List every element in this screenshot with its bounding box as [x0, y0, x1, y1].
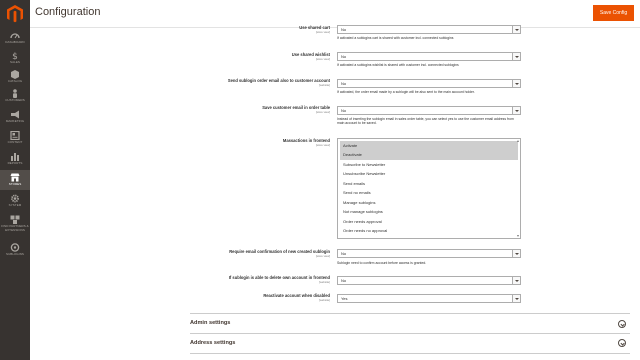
multiselect-option[interactable]: Send emails [340, 179, 518, 189]
section-divider [190, 333, 630, 334]
scroll-down-icon[interactable] [517, 235, 519, 237]
chevron-down-icon [512, 26, 520, 33]
section-divider [190, 313, 630, 314]
field-note: If activated, the order email made by a … [337, 90, 475, 94]
chevron-down-icon [512, 53, 520, 60]
field-scope: [store view] [315, 143, 330, 147]
scroll-up-icon[interactable] [517, 140, 519, 142]
select-value: No [341, 251, 347, 256]
magento-logo-icon[interactable] [7, 5, 23, 23]
megaphone-icon [11, 110, 19, 119]
sidebar-item-reports[interactable]: Reports [0, 149, 30, 169]
section-title[interactable]: Address settings [190, 340, 235, 346]
chevron-down-icon [512, 250, 520, 257]
field-scope: [store view] [315, 30, 330, 34]
sidebar-item-customers[interactable]: Customers [0, 86, 30, 106]
multiselect-option[interactable]: Manage sublogins [340, 198, 518, 208]
multiselect-option[interactable]: Unsubscribe Newsletter [340, 169, 518, 179]
customer-email-select[interactable]: No [337, 106, 521, 115]
field-scope: [store view] [315, 57, 330, 61]
sidebar-item-sales[interactable]: $ Sales [0, 48, 30, 67]
dollar-icon: $ [12, 52, 18, 60]
sidebar-item-label: Stores [8, 182, 22, 186]
field-scope: [website] [318, 280, 330, 284]
sublogins-icon [10, 243, 20, 252]
field-label: Send sublogin order email also to custom… [227, 78, 330, 83]
save-config-button[interactable]: Save Config [593, 5, 634, 21]
sidebar-item-label: Content [7, 140, 23, 144]
sidebar-item-label: Sales [10, 60, 20, 64]
delete-account-select[interactable]: No [337, 276, 521, 285]
sidebar-item-dashboard[interactable]: Dashboard [0, 28, 30, 47]
field-note: If activated a sublogins wishlist is sha… [337, 63, 459, 67]
chevron-down-icon [512, 295, 520, 302]
admin-sidebar: Dashboard $ Sales Catalog Customers Mark… [0, 0, 30, 360]
person-icon [13, 89, 17, 98]
multiselect-option[interactable]: Send no emails [340, 188, 518, 198]
field-note: Sublogin need to confirm account before … [337, 261, 427, 265]
sidebar-item-marketing[interactable]: Marketing [0, 107, 30, 127]
svg-text:$: $ [12, 52, 18, 60]
chevron-down-icon[interactable] [618, 320, 626, 328]
sidebar-item-extensions[interactable]: Find Partners & Extensions [0, 212, 30, 239]
shared-cart-select[interactable]: No [337, 25, 521, 34]
field-scope: [store view] [315, 110, 330, 114]
massactions-multiselect[interactable]: Activate Deactivate Subscribe to Newslet… [337, 138, 521, 239]
field-scope: [store view] [315, 254, 330, 258]
gear-icon [11, 194, 19, 203]
sidebar-item-label: System [8, 203, 22, 207]
chevron-down-icon [512, 107, 520, 114]
sidebar-item-system[interactable]: System [0, 191, 30, 211]
select-value: No [341, 108, 347, 113]
cube-icon [11, 70, 19, 79]
header-divider [30, 27, 640, 28]
multiselect-option[interactable]: Deactivate [340, 150, 518, 160]
sidebar-item-content[interactable]: Content [0, 128, 30, 148]
multiselect-option[interactable]: Subscribe to Newsletter [340, 160, 518, 170]
select-value: No [341, 54, 347, 59]
select-value: Yes [341, 296, 348, 301]
sidebar-item-label: Find Partners & Extensions [1, 224, 29, 232]
field-note: Instead of inserting the sublogin email … [337, 117, 514, 126]
sidebar-item-label: Dashboard [5, 40, 25, 44]
field-scope: [website] [318, 298, 330, 302]
multiselect-option[interactable]: Order needs approval [340, 217, 518, 227]
extensions-icon [10, 215, 20, 224]
order-email-select[interactable]: No [337, 79, 521, 88]
chevron-down-icon [512, 80, 520, 87]
layout-icon [10, 131, 20, 140]
section-divider [190, 353, 630, 354]
field-scope: [website] [318, 83, 330, 87]
dashboard-icon [10, 33, 20, 39]
email-confirmation-select[interactable]: No [337, 249, 521, 258]
store-icon [10, 173, 20, 182]
multiselect-option[interactable]: Order needs no approval [340, 226, 518, 236]
sidebar-item-label: Customers [5, 98, 25, 102]
sidebar-item-label: Catalog [7, 79, 23, 83]
field-note: If activated a sublogins cart is shared … [337, 36, 454, 40]
select-value: No [341, 278, 347, 283]
shared-wishlist-select[interactable]: No [337, 52, 521, 61]
sidebar-item-sublogins[interactable]: Sublogins [0, 240, 30, 260]
sidebar-item-label: Reports [7, 161, 23, 165]
chevron-down-icon [512, 277, 520, 284]
section-title[interactable]: Admin settings [190, 320, 230, 326]
reactivate-account-select[interactable]: Yes [337, 294, 521, 303]
field-label: If sublogin is able to delete own accoun… [228, 275, 330, 280]
sidebar-item-label: Sublogins [6, 252, 24, 256]
select-value: No [341, 81, 347, 86]
chevron-down-icon[interactable] [618, 339, 626, 347]
select-value: No [341, 27, 347, 32]
sidebar-item-catalog[interactable]: Catalog [0, 67, 30, 86]
sidebar-item-stores[interactable]: Stores [0, 170, 30, 190]
page-title: Configuration [35, 6, 101, 18]
sidebar-item-label: Marketing [5, 119, 25, 123]
multiselect-option[interactable]: Not manage sublogins [340, 207, 518, 217]
bar-chart-icon [11, 153, 19, 161]
